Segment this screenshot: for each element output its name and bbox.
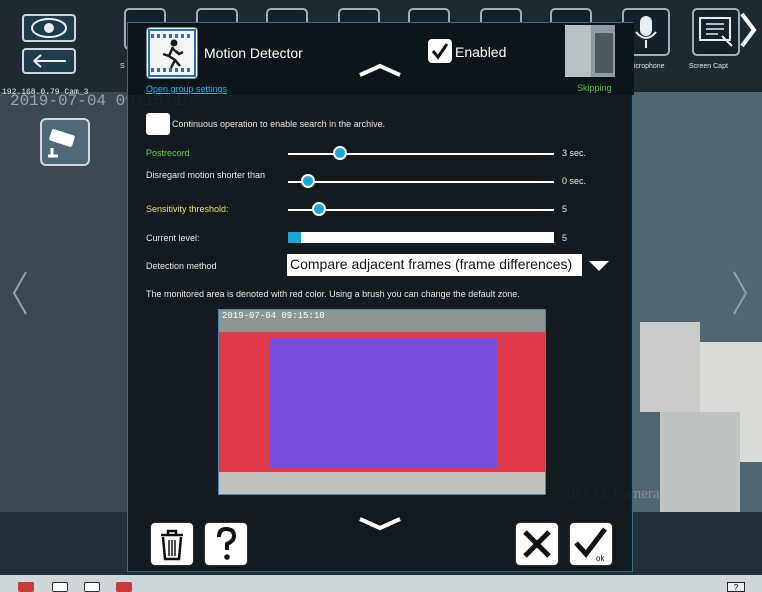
back-button[interactable]	[22, 48, 76, 74]
ok-check-icon: ok	[574, 527, 607, 563]
detection-method-select[interactable]: Compare adjacent frames (frame differenc…	[287, 254, 582, 276]
help-button[interactable]	[204, 522, 248, 566]
enabled-label: Enabled	[455, 44, 507, 60]
sensitivity-label: Sensitivity threshold:	[146, 204, 229, 214]
trash-icon	[161, 529, 183, 561]
chevron-right-icon[interactable]	[730, 268, 750, 318]
help-icon	[217, 526, 237, 560]
preview-timestamp: 2019-07-04 09:15:10	[222, 311, 325, 321]
dialog-title: Motion Detector	[204, 45, 303, 61]
bottom-list-icon[interactable]	[52, 582, 68, 592]
eye-button[interactable]	[22, 14, 76, 42]
detection-method-label: Detection method	[146, 261, 217, 271]
enabled-checkbox[interactable]	[428, 39, 452, 63]
disregard-label: Disregard motion shorter than	[146, 170, 266, 180]
chevron-up-icon[interactable]	[356, 62, 404, 78]
screen-capture-icon	[699, 17, 733, 47]
continuous-operation-checkbox[interactable]	[146, 113, 170, 135]
bottom-add-icon[interactable]	[84, 582, 100, 592]
bottom-help-icon[interactable]: ?	[727, 582, 745, 592]
continuous-operation-label: Continuous operation to enable search in…	[172, 119, 386, 129]
camera-node[interactable]	[40, 118, 90, 166]
disregard-slider-handle[interactable]	[301, 174, 315, 188]
chevron-down-icon[interactable]	[356, 516, 404, 532]
current-level-fill	[288, 232, 301, 243]
screen-capture-tool[interactable]	[692, 8, 740, 56]
open-group-settings-link[interactable]: Open group settings	[146, 84, 227, 94]
back-arrow-icon	[33, 54, 66, 68]
checkmark-icon	[431, 43, 449, 60]
zone-hint: The monitored area is denoted with red c…	[146, 289, 520, 299]
camera-thumbnail[interactable]	[565, 25, 615, 77]
sensitivity-slider-handle[interactable]	[312, 202, 326, 216]
chevron-left-icon[interactable]	[10, 268, 30, 318]
chevron-right-icon[interactable]	[738, 10, 758, 50]
ok-button[interactable]: ok	[569, 522, 613, 566]
current-level-value: 5	[562, 233, 568, 243]
monitored-zone-blue[interactable]	[269, 338, 497, 468]
sensitivity-value: 5	[562, 204, 568, 214]
trash-button[interactable]	[150, 522, 194, 566]
toolbar-label-screen-capture: Screen Capt	[689, 63, 728, 70]
postrecord-value: 3 sec.	[562, 148, 587, 158]
motion-detector-dialog: Motion Detector Open group settings Enab…	[127, 22, 634, 572]
thumbnail-status: Skipping	[577, 83, 612, 93]
cancel-button[interactable]	[515, 522, 559, 566]
sensitivity-slider[interactable]	[288, 202, 554, 216]
motion-detector-icon	[146, 27, 198, 79]
postrecord-label: Postrecord	[146, 148, 190, 158]
svg-text:ok: ok	[596, 554, 605, 563]
postrecord-slider-handle[interactable]	[333, 146, 347, 160]
dropdown-arrow-icon[interactable]	[589, 261, 609, 271]
bottom-delete-icon[interactable]	[18, 582, 34, 592]
disregard-slider[interactable]	[288, 174, 554, 188]
bottom-remove-icon[interactable]	[116, 582, 132, 592]
eye-icon	[31, 18, 67, 38]
postrecord-slider[interactable]	[288, 146, 554, 160]
current-level-bar	[288, 232, 554, 243]
current-level-label: Current level:	[146, 233, 200, 243]
app-window: S Microphone Screen Capt 192.168.0.79 Ca…	[0, 0, 762, 592]
disregard-value: 0 sec.	[562, 176, 587, 186]
zone-preview[interactable]: 2019-07-04 09:15:10	[218, 309, 546, 495]
toolbar-label-s: S	[120, 63, 125, 70]
camera-icon	[48, 129, 75, 158]
close-icon	[523, 530, 551, 558]
